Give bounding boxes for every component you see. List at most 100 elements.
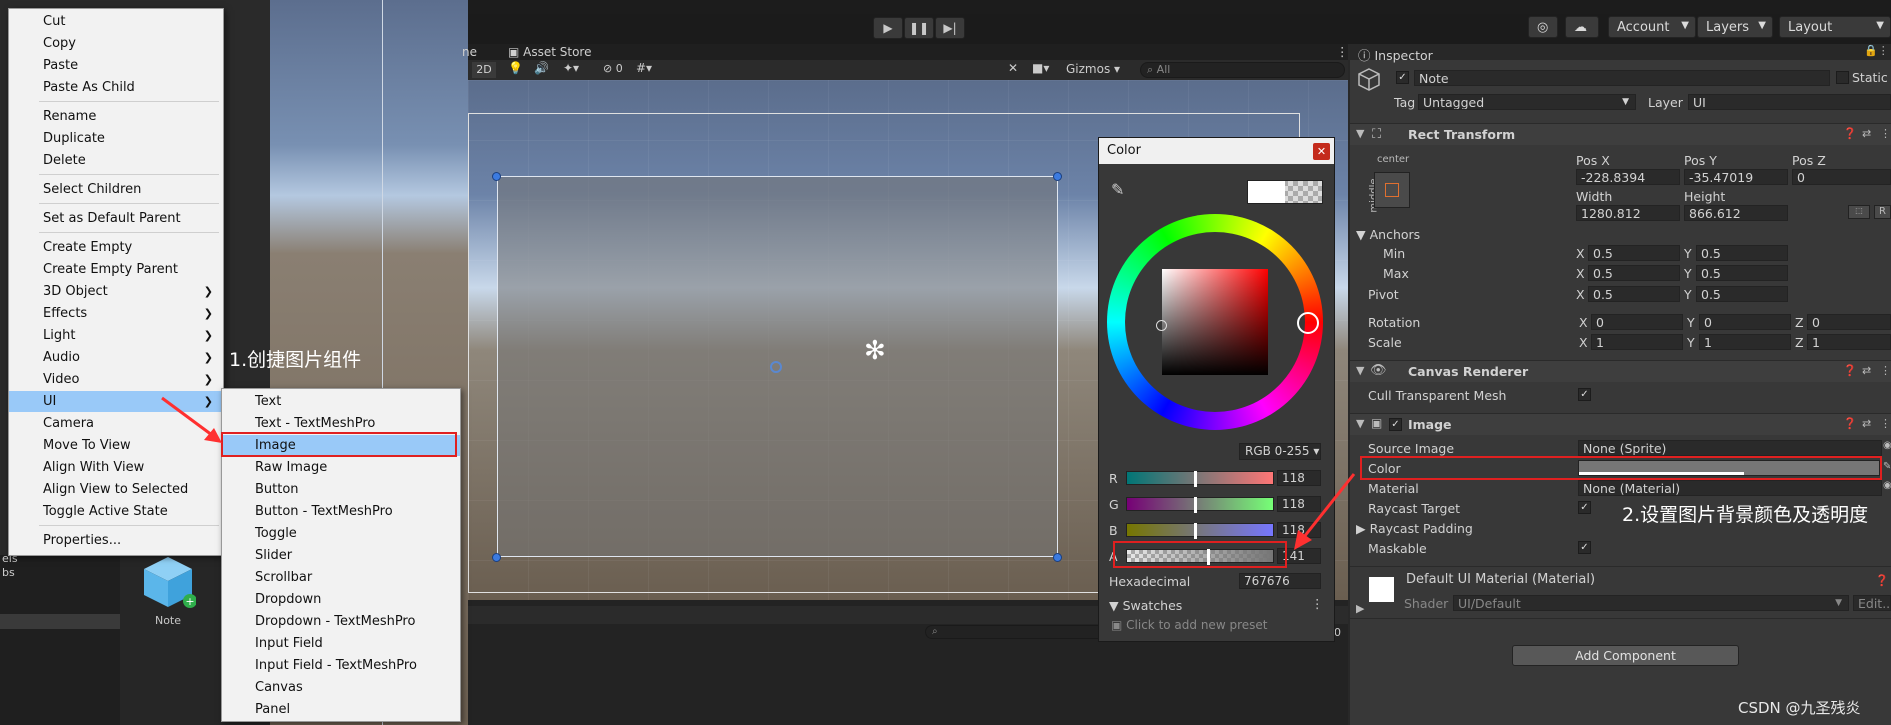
more-icon[interactable]: ⋮ [1880, 364, 1891, 377]
more-icon[interactable]: ⋮ [1336, 44, 1349, 59]
material-field[interactable]: None (Material) [1578, 480, 1882, 496]
scale-z-input[interactable]: 1 [1807, 334, 1891, 350]
rect-handle[interactable] [1053, 172, 1062, 181]
image-enabled-checkbox[interactable]: ✓ [1389, 418, 1402, 431]
object-name-input[interactable]: Note [1414, 70, 1830, 86]
rect-handle[interactable] [492, 172, 501, 181]
eyedropper-icon[interactable]: ✎ [1883, 461, 1891, 472]
more-icon[interactable]: ⋮ [1880, 127, 1891, 140]
pivot-x-input[interactable]: 0.5 [1588, 286, 1680, 302]
lighting-icon[interactable]: 💡 [508, 61, 523, 75]
account-dropdown[interactable]: Account ▼ [1608, 16, 1696, 38]
anchors-foldout[interactable]: ▼ Anchors [1356, 227, 1420, 242]
submenu-item-dropdown-tmp[interactable]: Dropdown - TextMeshPro [222, 611, 460, 632]
anchor-min-y-input[interactable]: 0.5 [1696, 245, 1788, 261]
help-icon[interactable]: ❓ [1843, 364, 1857, 377]
effects-icon[interactable]: ✦▾ [563, 61, 579, 75]
submenu-item-button[interactable]: Button [222, 479, 460, 500]
slider-thumb[interactable] [1194, 497, 1198, 513]
scale-x-input[interactable]: 1 [1591, 334, 1683, 350]
pivot-y-input[interactable]: 0.5 [1696, 286, 1788, 302]
sv-cursor[interactable] [1156, 320, 1167, 331]
rect-handle[interactable] [492, 553, 501, 562]
step-button[interactable]: ▶| [935, 17, 965, 39]
rotation-x-input[interactable]: 0 [1591, 314, 1683, 330]
submenu-item-dropdown[interactable]: Dropdown [222, 589, 460, 610]
menu-item-select-children[interactable]: Select Children [9, 179, 223, 200]
tab-scene[interactable]: ne [462, 45, 477, 59]
g-slider[interactable] [1126, 497, 1274, 513]
source-image-field[interactable]: None (Sprite) [1578, 440, 1882, 456]
submenu-item-text-tmp[interactable]: Text - TextMeshPro [222, 413, 460, 434]
close-button[interactable]: ✕ [1313, 143, 1330, 160]
tab-inspector[interactable]: ⓘ Inspector [1358, 45, 1433, 64]
active-checkbox[interactable]: ✓ [1396, 71, 1409, 84]
menu-item-3d-object[interactable]: 3D Object ❯ [9, 281, 223, 302]
maskable-checkbox[interactable]: ✓ [1578, 541, 1591, 554]
tag-dropdown[interactable]: Untagged ▼ [1418, 94, 1636, 110]
layer-dropdown[interactable]: UI [1688, 94, 1891, 110]
folder-row-selected[interactable] [0, 614, 120, 629]
menu-item-audio[interactable]: Audio ❯ [9, 347, 223, 368]
swatches-hint[interactable]: ▣ Click to add new preset [1111, 618, 1267, 632]
audio-icon[interactable]: 🔊 [534, 61, 549, 75]
hex-input[interactable]: 767676 [1239, 573, 1321, 589]
width-input[interactable]: 1280.812 [1576, 205, 1680, 221]
anchor-icon[interactable]: ✻ [864, 336, 886, 366]
help-icon[interactable]: ❓ [1875, 574, 1889, 587]
preset-icon[interactable]: ⇄ [1862, 127, 1871, 140]
pos-y-input[interactable]: -35.47019 [1684, 169, 1788, 185]
menu-item-copy[interactable]: Copy [9, 33, 223, 54]
color-mode-dropdown[interactable]: RGB 0-255 ▾ [1239, 443, 1321, 460]
swatches-toggle[interactable]: ▼ Swatches [1109, 598, 1182, 613]
menu-item-create-empty[interactable]: Create Empty [9, 237, 223, 258]
menu-item-set-default-parent[interactable]: Set as Default Parent [9, 208, 223, 229]
add-component-button[interactable]: Add Component [1512, 645, 1739, 666]
help-icon[interactable]: ❓ [1843, 127, 1857, 140]
hue-cursor[interactable] [1297, 312, 1319, 334]
more-icon[interactable]: ⋮ [1311, 596, 1324, 611]
shader-edit-button[interactable]: Edit... [1853, 595, 1891, 611]
slider-thumb[interactable] [1194, 523, 1198, 539]
prefab-icon[interactable]: + [140, 553, 196, 609]
foldout-icon[interactable]: ▼ [1356, 417, 1364, 430]
triangle-right-icon[interactable]: ▶ [1356, 602, 1364, 615]
menu-item-duplicate[interactable]: Duplicate [9, 128, 223, 149]
preset-icon[interactable]: ⇄ [1862, 417, 1871, 430]
shader-dropdown[interactable]: UI/Default ▼ [1453, 595, 1849, 611]
foldout-icon[interactable]: ▼ [1356, 127, 1364, 140]
blueprint-button[interactable]: ⬚ [1848, 205, 1870, 219]
raycast-padding-foldout[interactable]: ▶ Raycast Padding [1356, 521, 1473, 536]
pivot-handle[interactable] [770, 361, 782, 373]
anchor-presets-button[interactable] [1374, 172, 1410, 208]
preset-icon[interactable]: ⇄ [1862, 364, 1871, 377]
menu-item-properties[interactable]: Properties... [9, 530, 223, 551]
collab-button[interactable]: ◎ [1528, 16, 1558, 38]
static-checkbox[interactable] [1836, 71, 1849, 84]
submenu-item-scrollbar[interactable]: Scrollbar [222, 567, 460, 588]
camera-icon[interactable]: ■▾ [1032, 61, 1049, 75]
submenu-item-button-tmp[interactable]: Button - TextMeshPro [222, 501, 460, 522]
submenu-item-input-field[interactable]: Input Field [222, 633, 460, 654]
grid-icon[interactable]: #▾ [636, 61, 652, 75]
rotation-y-input[interactable]: 0 [1699, 314, 1791, 330]
console-search[interactable]: ⌕ [925, 625, 1105, 639]
foldout-icon[interactable]: ▼ [1356, 364, 1364, 377]
anchor-max-y-input[interactable]: 0.5 [1696, 265, 1788, 281]
menu-item-paste[interactable]: Paste [9, 55, 223, 76]
eyedropper-icon[interactable]: ✎ [1111, 180, 1124, 199]
raycast-target-checkbox[interactable]: ✓ [1578, 501, 1591, 514]
submenu-item-canvas[interactable]: Canvas [222, 677, 460, 698]
hidden-count[interactable]: ⊘ 0 [603, 62, 623, 75]
cull-checkbox[interactable]: ✓ [1578, 388, 1591, 401]
menu-item-paste-as-child[interactable]: Paste As Child [9, 77, 223, 98]
anchor-max-x-input[interactable]: 0.5 [1588, 265, 1680, 281]
saturation-value-square[interactable] [1162, 269, 1268, 375]
submenu-item-text[interactable]: Text [222, 391, 460, 412]
submenu-item-input-field-tmp[interactable]: Input Field - TextMeshPro [222, 655, 460, 676]
scale-y-input[interactable]: 1 [1699, 334, 1791, 350]
menu-item-create-empty-parent[interactable]: Create Empty Parent [9, 259, 223, 280]
pos-z-input[interactable]: 0 [1792, 169, 1891, 185]
layout-dropdown[interactable]: Layout ▼ [1779, 16, 1891, 38]
help-icon[interactable]: ❓ [1843, 417, 1857, 430]
